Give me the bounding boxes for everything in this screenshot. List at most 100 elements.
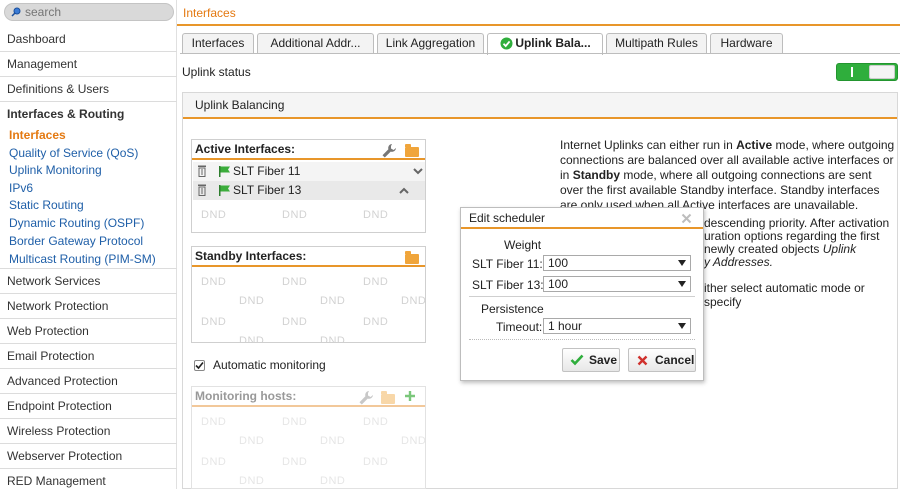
save-button[interactable]: Save [562,348,620,372]
help-text-bold: Active [736,138,773,152]
close-icon[interactable] [681,213,692,224]
help-text: descending priority. After activation [704,216,890,230]
sidebar-subitem-interfaces[interactable]: Interfaces [9,126,66,144]
sidebar-item-definitions-users[interactable]: Definitions & Users [0,77,177,102]
sidebar-subitem-bgp[interactable]: Border Gateway Protocol [9,232,143,250]
tab-uplink-balancing[interactable]: Uplink Bala... [487,33,603,55]
weight-select-fiber-11[interactable]: 100 [543,255,691,271]
sidebar-subitem-ipv6[interactable]: IPv6 [9,179,33,197]
automatic-monitoring-checkbox[interactable] [194,360,205,371]
folder-icon[interactable] [405,251,419,264]
sidebar-item-management[interactable]: Management [0,52,177,77]
sidebar-subitem-uplink-monitoring[interactable]: Uplink Monitoring [9,161,102,179]
dnd-placeholder: DND [201,416,227,428]
sidebar-item-network-protection[interactable]: Network Protection [0,294,177,319]
uplink-status-label: Uplink status [182,65,251,79]
sidebar-item-endpoint-protection[interactable]: Endpoint Protection [0,394,177,419]
chevron-up-icon[interactable] [399,187,409,194]
tab-multipath-rules[interactable]: Multipath Rules [606,33,707,54]
monitoring-hosts-box: Monitoring hosts: DND DND DND DND DND DN… [191,386,426,489]
help-text: uration options regarding the first [704,229,880,243]
wrench-icon[interactable] [381,143,397,159]
interface-flag-icon [219,166,230,177]
dropdown-arrow-icon [678,260,686,266]
active-interfaces-box: Active Interfaces: SLT Fiber 11 SLT Fibe… [191,139,426,233]
folder-icon [381,391,395,404]
dnd-placeholder: DND [282,276,308,288]
weight-select-fiber-13[interactable]: 100 [543,276,691,292]
sidebar-item-web-protection[interactable]: Web Protection [0,319,177,344]
sidebar-subitem-ospf[interactable]: Dynamic Routing (OSPF) [9,214,144,232]
sidebar-item-network-services[interactable]: Network Services [0,269,177,294]
trash-icon[interactable] [197,165,207,177]
panel-title: Uplink Balancing [183,93,897,119]
interface-flag-icon [219,185,230,196]
help-text: newly created objects [704,242,823,256]
dropdown-arrow-icon [678,281,686,287]
weight-select-value: 100 [548,256,569,270]
tab-additional-addresses[interactable]: Additional Addr... [257,33,374,54]
sidebar-subitem-static-routing[interactable]: Static Routing [9,196,84,214]
page-title: Interfaces [183,6,236,20]
search-box[interactable] [4,3,174,21]
cancel-button[interactable]: Cancel [628,348,696,372]
plus-icon [405,391,415,401]
sidebar-item-wireless-protection[interactable]: Wireless Protection [0,419,177,444]
dnd-placeholder: DND [239,335,265,343]
tab-hardware[interactable]: Hardware [710,33,783,54]
timeout-label: Timeout: [496,320,543,334]
sidebar-item-red-management[interactable]: RED Management [0,469,177,494]
sidebar-item-interfaces-routing[interactable]: Interfaces & Routing [0,102,177,127]
dialog-title: Edit scheduler [461,208,703,229]
wrench-icon [359,391,373,405]
help-text: newly created objects Uplink [704,242,856,256]
dnd-placeholder: DND [282,456,308,468]
weight-field-label: SLT Fiber 11: [472,257,543,271]
dropdown-arrow-icon [678,323,686,329]
dnd-placeholder: DND [201,276,227,288]
active-interface-row[interactable]: SLT Fiber 13 [193,181,425,200]
check-circle-icon [500,37,513,50]
sidebar-item-webserver-protection[interactable]: Webserver Protection [0,444,177,469]
standby-interfaces-box: Standby Interfaces: DND DND DND DND DND … [191,246,426,343]
sidebar-item-dashboard[interactable]: Dashboard [0,27,177,52]
dnd-placeholder: DND [239,475,265,487]
active-interface-row[interactable]: SLT Fiber 11 [193,162,425,181]
weight-select-value: 100 [548,277,569,291]
dnd-placeholder: DND [282,416,308,428]
folder-icon[interactable] [405,144,419,157]
search-icon [11,7,21,17]
tab-uplink-balancing-label: Uplink Bala... [515,36,591,50]
weight-label: Weight [504,238,542,252]
sidebar-subitem-multicast[interactable]: Multicast Routing (PIM-SM) [9,250,156,268]
checkmark-icon [570,354,584,366]
search-input[interactable] [25,5,165,19]
trash-icon[interactable] [197,184,207,196]
timeout-select-value: 1 hour [548,319,583,333]
dnd-placeholder: DND [201,316,227,328]
persistence-label: Persistence [481,302,544,316]
dnd-placeholder: DND [282,209,308,221]
sidebar-item-email-protection[interactable]: Email Protection [0,344,177,369]
edit-scheduler-dialog: Edit scheduler Weight SLT Fiber 11: 100 … [460,207,704,381]
standby-interfaces-title: Standby Interfaces: [192,247,425,267]
chevron-down-icon[interactable] [413,168,423,175]
dnd-placeholder: DND [401,295,426,307]
sidebar: Dashboard Management Definitions & Users… [0,0,177,489]
toggle-knob[interactable] [869,65,895,79]
dnd-placeholder: DND [320,475,346,487]
dialog-divider [469,339,695,340]
dialog-divider [469,296,695,297]
sidebar-item-advanced-protection[interactable]: Advanced Protection [0,369,177,394]
tab-interfaces[interactable]: Interfaces [182,33,254,54]
dnd-placeholder: DND [320,335,346,343]
help-text-italic: y Addresses. [704,255,773,269]
dnd-placeholder: DND [320,295,346,307]
tabs-divider [180,53,900,54]
dnd-placeholder: DND [282,316,308,328]
sidebar-subitem-qos[interactable]: Quality of Service (QoS) [9,144,138,162]
uplink-status-toggle[interactable] [836,63,898,81]
tab-link-aggregation[interactable]: Link Aggregation [377,33,484,54]
timeout-select[interactable]: 1 hour [543,318,691,334]
dnd-placeholder: DND [363,276,389,288]
